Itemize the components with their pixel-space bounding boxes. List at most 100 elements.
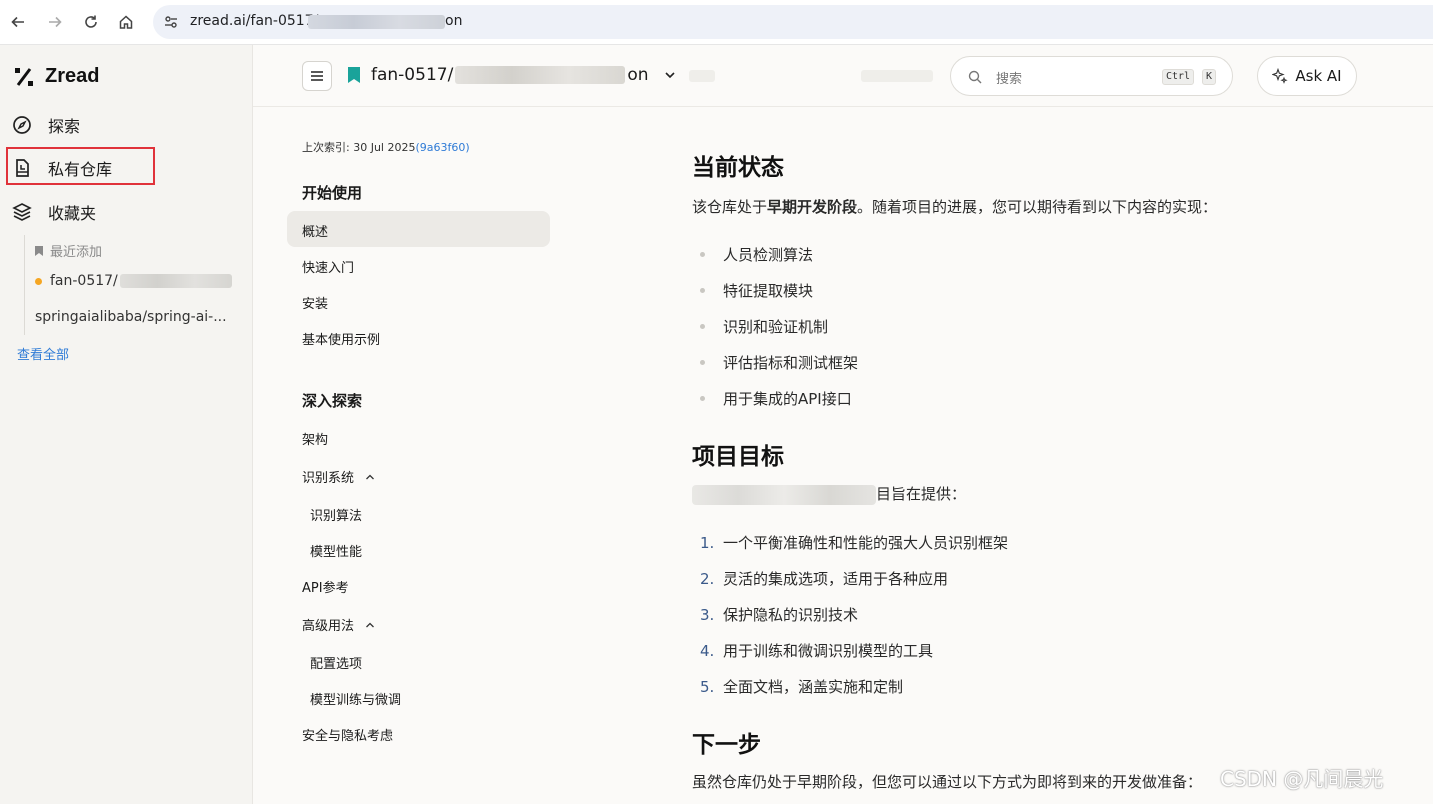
bookmark-icon bbox=[35, 245, 43, 256]
numbered-list-item: 2. 灵活的集成选项，适用于各种应用 bbox=[700, 568, 948, 589]
list-number: 4. bbox=[700, 641, 715, 660]
toc-item-architecture[interactable]: 架构 bbox=[302, 429, 328, 448]
recent-repo-name: fan-0517/ bbox=[50, 273, 118, 289]
list-item-text: 保护隐私的识别技术 bbox=[723, 606, 859, 624]
sidebar-item-favorites[interactable]: 收藏夹 bbox=[12, 199, 96, 225]
ask-ai-label: Ask AI bbox=[1295, 67, 1342, 85]
toc-item-model-performance[interactable]: 模型性能 bbox=[310, 541, 362, 560]
list-item: 人员检测算法 bbox=[700, 244, 813, 265]
faded-placeholder bbox=[861, 70, 933, 82]
reload-icon bbox=[85, 15, 97, 28]
sidebar-item-explore[interactable]: 探索 bbox=[12, 112, 80, 138]
list-item: 识别和验证机制 bbox=[700, 316, 828, 337]
list-item-text: 用于集成的API接口 bbox=[723, 390, 852, 408]
heading-current-status: 当前状态 bbox=[692, 155, 784, 181]
search-icon bbox=[968, 70, 982, 84]
heading-project-goals: 项目目标 bbox=[692, 444, 784, 470]
list-item-text: 全面文档，涵盖实施和定制 bbox=[723, 678, 904, 696]
last-indexed-date: 上次索引: 30 Jul 2025 bbox=[302, 141, 416, 154]
ask-ai-button[interactable]: Ask AI bbox=[1257, 56, 1357, 96]
list-item-text: 灵活的集成选项，适用于各种应用 bbox=[723, 570, 949, 588]
list-number: 5. bbox=[700, 677, 715, 696]
chevron-down-icon[interactable] bbox=[664, 69, 676, 81]
list-number: 1. bbox=[700, 533, 715, 552]
shortcut-ctrl: Ctrl bbox=[1162, 69, 1195, 85]
toc-item-model-training[interactable]: 模型训练与微调 bbox=[310, 689, 401, 708]
numbered-list-item: 4. 用于训练和微调识别模型的工具 bbox=[700, 640, 933, 661]
status-paragraph: 该仓库处于早期开发阶段。随着项目的进展，您可以期待看到以下内容的实现： bbox=[692, 196, 1217, 217]
list-item-text: 人员检测算法 bbox=[723, 246, 814, 264]
site-settings-icon[interactable] bbox=[163, 14, 179, 30]
toc-item-recognition-algorithm[interactable]: 识别算法 bbox=[310, 505, 362, 524]
zread-logo-icon bbox=[15, 67, 33, 86]
toc-item-label: 识别系统 bbox=[302, 471, 355, 486]
toc-item-api-reference[interactable]: API参考 bbox=[302, 577, 349, 596]
red-highlight-box bbox=[6, 147, 155, 185]
recent-repo-item[interactable]: springaialibaba/spring-ai-... bbox=[35, 309, 227, 325]
status-text-1: 该仓库处于 bbox=[692, 198, 768, 216]
heading-next-steps: 下一步 bbox=[692, 732, 761, 758]
recent-repo-item[interactable]: fan-0517/ bbox=[35, 273, 232, 289]
menu-icon bbox=[311, 71, 323, 81]
toggle-menu-button[interactable] bbox=[302, 61, 332, 91]
chevron-up-icon[interactable] bbox=[365, 472, 375, 482]
list-item: 特征提取模块 bbox=[700, 280, 813, 301]
csdn-watermark: CSDN @凡间晨光 bbox=[1220, 767, 1384, 791]
bullet bbox=[700, 324, 705, 329]
top-header: fan-0517/ on 搜索 Ctrl K Ask AI bbox=[253, 45, 1433, 107]
search-placeholder: 搜索 bbox=[996, 72, 1023, 87]
toc-item-basic-usage[interactable]: 基本使用示例 bbox=[302, 329, 380, 348]
compass-icon bbox=[13, 116, 31, 134]
arrow-left-icon bbox=[11, 16, 24, 28]
shortcut-k: K bbox=[1202, 69, 1217, 85]
search-input[interactable]: 搜索 Ctrl K bbox=[950, 56, 1233, 96]
last-indexed: 上次索引: 30 Jul 2025(9a63f60) bbox=[302, 139, 470, 155]
brand-name: Zread bbox=[45, 65, 100, 87]
goals-paragraph: 目旨在提供： bbox=[692, 483, 966, 505]
status-bold: 早期开发阶段 bbox=[767, 198, 858, 216]
numbered-list-item: 1. 一个平衡准确性和性能的强大人员识别框架 bbox=[700, 532, 1008, 553]
redacted-text bbox=[692, 484, 876, 505]
toc-item-recognition-system[interactable]: 识别系统 bbox=[302, 467, 375, 486]
recent-repo-name: springaialibaba/spring-ai-... bbox=[35, 309, 227, 325]
recent-label-text: 最近添加 bbox=[50, 245, 103, 260]
toc-item-quickstart[interactable]: 快速入门 bbox=[302, 257, 354, 276]
toc-item-config-options[interactable]: 配置选项 bbox=[310, 653, 362, 672]
url-text: zread.ai/fan-0517/ bbox=[190, 13, 319, 29]
recently-added-label: 最近添加 bbox=[35, 241, 102, 260]
list-item: 评估指标和测试框架 bbox=[700, 352, 858, 373]
toc-item-security-privacy[interactable]: 安全与隐私考虑 bbox=[302, 725, 393, 744]
repo-title[interactable]: fan-0517/ on bbox=[348, 65, 676, 85]
home-icon bbox=[119, 15, 133, 29]
list-item-text: 特征提取模块 bbox=[723, 282, 814, 300]
redacted-repo-name bbox=[119, 274, 232, 288]
layers-icon bbox=[12, 203, 32, 221]
home-button[interactable] bbox=[114, 10, 138, 34]
numbered-list-item: 3. 保护隐私的识别技术 bbox=[700, 604, 858, 625]
commit-hash-link[interactable]: (9a63f60) bbox=[415, 141, 469, 154]
list-number: 2. bbox=[700, 569, 715, 588]
faded-placeholder bbox=[689, 70, 715, 82]
reload-button[interactable] bbox=[79, 10, 103, 34]
toc-item-overview[interactable]: 概述 bbox=[302, 221, 328, 240]
toc-section-title: 深入探索 bbox=[302, 392, 363, 410]
bookmark-icon bbox=[348, 67, 360, 83]
status-dot bbox=[35, 277, 42, 285]
forward-button[interactable] bbox=[43, 10, 67, 34]
status-text-2: 。随着项目的进展，您可以期待看到以下内容的实现： bbox=[857, 198, 1218, 216]
toc-item-install[interactable]: 安装 bbox=[302, 293, 328, 312]
list-item-text: 用于训练和微调识别模型的工具 bbox=[723, 642, 934, 660]
brand-logo[interactable]: Zread bbox=[13, 65, 99, 88]
toc-section-title: 开始使用 bbox=[302, 184, 363, 202]
bullet bbox=[700, 252, 705, 257]
toc-item-advanced-usage[interactable]: 高级用法 bbox=[302, 615, 375, 634]
sidebar-item-label: 收藏夹 bbox=[48, 204, 97, 223]
next-steps-paragraph: 虽然仓库仍处于早期阶段，但您可以通过以下方式为即将到来的开发做准备： bbox=[692, 773, 1203, 791]
address-bar[interactable]: zread.ai/fan-0517/ on bbox=[153, 5, 1433, 39]
chevron-up-icon[interactable] bbox=[365, 620, 375, 630]
tree-line bbox=[24, 235, 25, 335]
numbered-list-item: 5. 全面文档，涵盖实施和定制 bbox=[700, 676, 903, 697]
list-item-text: 一个平衡准确性和性能的强大人员识别框架 bbox=[723, 534, 1009, 552]
view-all-link[interactable]: 查看全部 bbox=[17, 344, 69, 363]
back-button[interactable] bbox=[6, 10, 30, 34]
